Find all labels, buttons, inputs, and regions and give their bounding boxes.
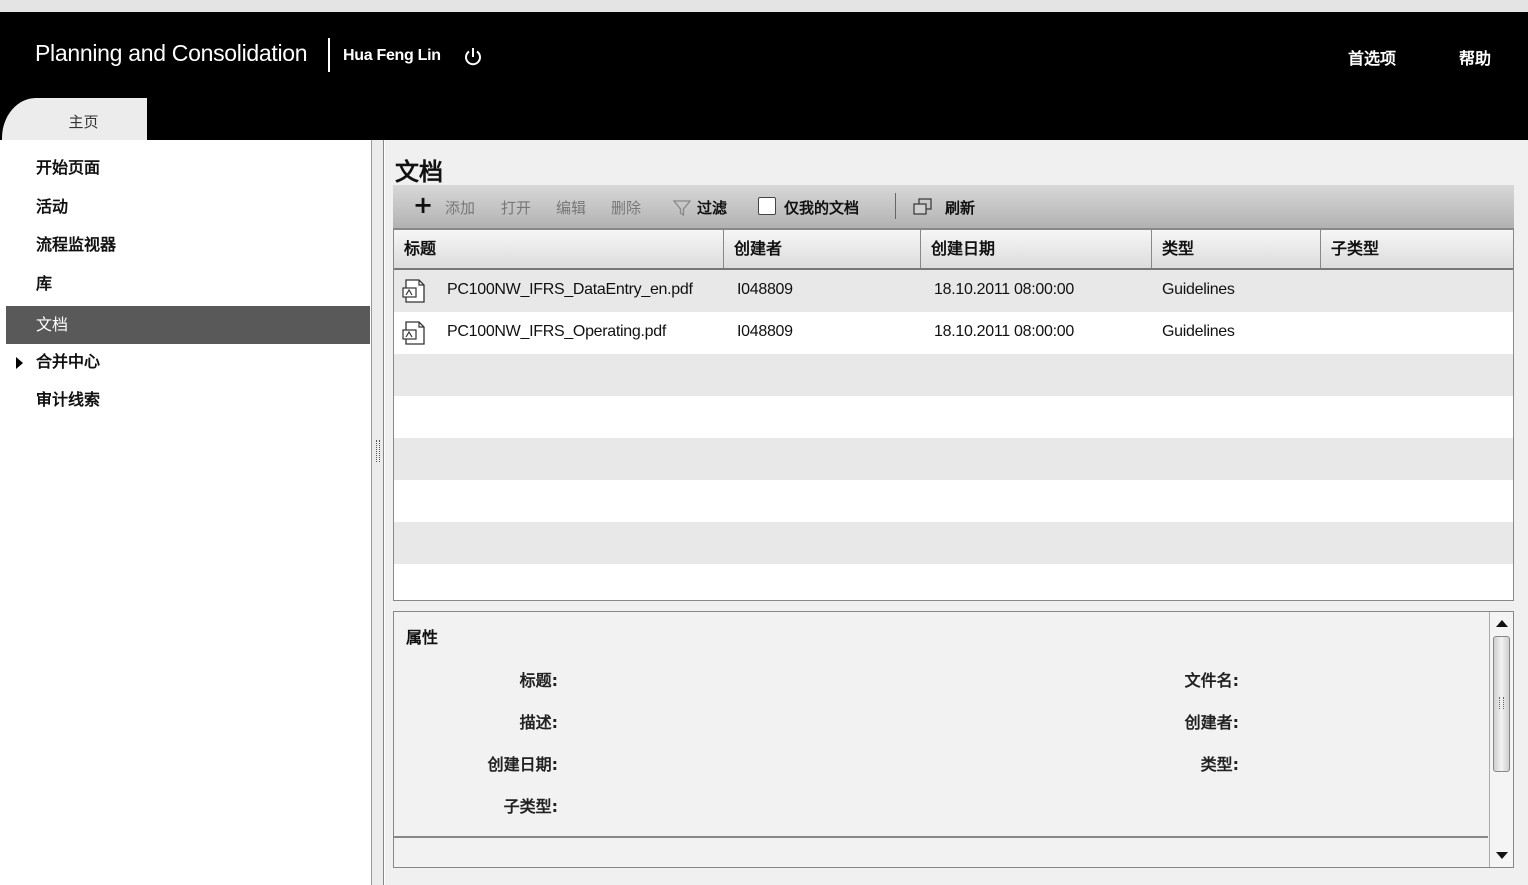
tab-home[interactable]: 主页 — [2, 98, 147, 140]
table-row-empty — [394, 396, 1513, 438]
column-header-subtype[interactable]: 子类型 — [1321, 230, 1513, 268]
cell-created-date: 18.10.2011 08:00:00 — [934, 281, 1074, 298]
pdf-icon — [402, 321, 425, 345]
sidebar-item-library[interactable]: 库 — [6, 265, 370, 303]
header-separator — [328, 38, 330, 72]
prop-label-filename: 文件名: — [1184, 671, 1239, 690]
table-row-empty — [394, 522, 1513, 564]
edit-button[interactable]: 编辑 — [556, 197, 586, 218]
pane-splitter[interactable] — [372, 140, 384, 885]
properties-panel: 属性 标题: 描述: 创建日期: 子类型: 文件名: 创建者: 类型: — [393, 611, 1514, 868]
filter-button[interactable]: 过滤 — [697, 197, 727, 218]
add-button[interactable]: 添加 — [445, 197, 475, 218]
cell-type: Guidelines — [1162, 323, 1235, 340]
sidebar-item-start-page[interactable]: 开始页面 — [6, 149, 370, 187]
preferences-link[interactable]: 首选项 — [1348, 45, 1396, 69]
sidebar-item-process-monitor[interactable]: 流程监视器 — [6, 226, 370, 264]
column-header-title[interactable]: 标题 — [394, 230, 724, 268]
prop-label-description: 描述: — [519, 713, 558, 732]
cell-creator: I048809 — [737, 281, 793, 298]
table-row-empty — [394, 564, 1513, 600]
table-row-empty — [394, 480, 1513, 522]
delete-button[interactable]: 删除 — [611, 197, 641, 218]
prop-label-subtype: 子类型: — [503, 797, 558, 816]
refresh-icon[interactable] — [912, 197, 934, 217]
cell-created-date: 18.10.2011 08:00:00 — [934, 323, 1074, 340]
plus-icon[interactable]: + — [413, 193, 433, 217]
prop-label-creator: 创建者: — [1184, 713, 1239, 732]
my-docs-checkbox[interactable] — [758, 197, 776, 215]
open-button[interactable]: 打开 — [501, 197, 531, 218]
prop-label-title: 标题: — [519, 671, 558, 690]
cell-creator: I048809 — [737, 323, 793, 340]
toolbar-separator — [895, 193, 896, 219]
document-toolbar: + 添加 打开 编辑 删除 过滤 仅我的文档 刷新 — [393, 185, 1514, 229]
sidebar-item-consolidation-center[interactable]: 合并中心 — [6, 343, 370, 381]
page-title: 文档 — [395, 158, 443, 186]
table-header: 标题 创建者 创建日期 类型 子类型 — [394, 230, 1513, 270]
column-header-type[interactable]: 类型 — [1152, 230, 1321, 268]
app-header: Planning and Consolidation Hua Feng Lin … — [0, 12, 1528, 140]
column-header-created-date[interactable]: 创建日期 — [921, 230, 1152, 268]
properties-scrollbar[interactable] — [1489, 612, 1513, 867]
help-link[interactable]: 帮助 — [1459, 45, 1491, 69]
power-icon[interactable] — [463, 47, 483, 67]
filter-icon[interactable] — [672, 198, 692, 218]
prop-label-created-date: 创建日期: — [487, 755, 558, 774]
table-row-empty — [394, 354, 1513, 396]
scroll-up-icon[interactable] — [1496, 620, 1508, 627]
table-row[interactable]: PC100NW_IFRS_DataEntry_en.pdf I048809 18… — [394, 270, 1513, 312]
splitter-grip[interactable] — [376, 440, 380, 462]
cell-title: PC100NW_IFRS_DataEntry_en.pdf — [447, 281, 693, 298]
sidebar-item-documents[interactable]: 文档 — [6, 306, 370, 344]
sidebar: 开始页面 活动 流程监视器 库 文档 合并中心 审计线索 — [0, 140, 372, 885]
cell-type: Guidelines — [1162, 281, 1235, 298]
properties-title: 属性 — [406, 628, 439, 647]
scroll-thumb-grip — [1499, 697, 1504, 709]
expand-arrow-icon[interactable] — [16, 357, 23, 369]
refresh-button[interactable]: 刷新 — [945, 197, 975, 218]
properties-divider — [394, 836, 1488, 838]
column-header-creator[interactable]: 创建者 — [724, 230, 921, 268]
sidebar-item-label: 合并中心 — [36, 352, 101, 371]
scroll-thumb[interactable] — [1493, 636, 1510, 772]
cell-title: PC100NW_IFRS_Operating.pdf — [447, 323, 666, 340]
table-row-empty — [394, 438, 1513, 480]
table-row[interactable]: PC100NW_IFRS_Operating.pdf I048809 18.10… — [394, 312, 1513, 354]
prop-label-type: 类型: — [1200, 755, 1239, 774]
user-name: Hua Feng Lin — [343, 47, 441, 64]
documents-table: 标题 创建者 创建日期 类型 子类型 PC100NW_IFRS_DataEntr… — [393, 229, 1514, 601]
sidebar-item-audit-trail[interactable]: 审计线索 — [6, 381, 370, 419]
sidebar-item-activities[interactable]: 活动 — [6, 188, 370, 226]
my-docs-label[interactable]: 仅我的文档 — [784, 197, 859, 218]
scroll-down-icon[interactable] — [1496, 852, 1508, 859]
pdf-icon — [402, 279, 425, 303]
main-content: 文档 + 添加 打开 编辑 删除 过滤 仅我的文档 刷新 标题 创建者 创建日期… — [385, 140, 1528, 885]
top-strip — [0, 0, 1528, 12]
app-title: Planning and Consolidation — [35, 40, 308, 66]
